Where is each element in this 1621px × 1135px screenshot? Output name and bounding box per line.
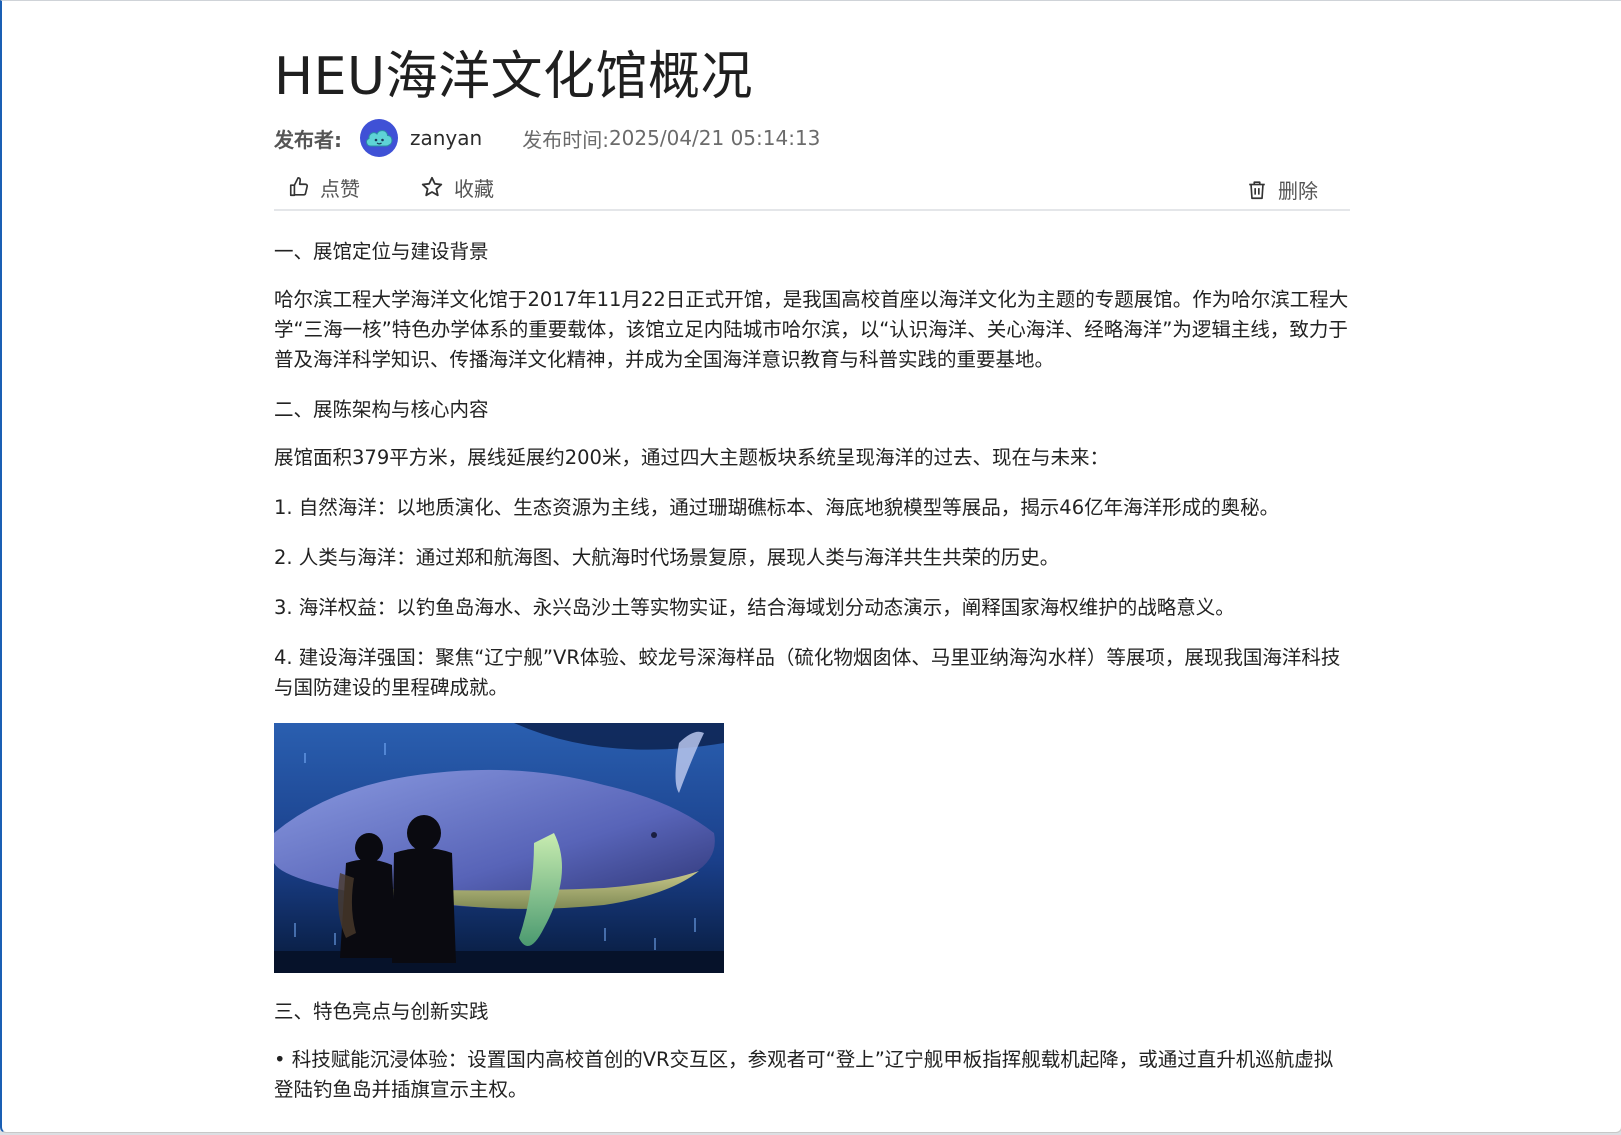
section-heading: 一、展馆定位与建设背景 — [274, 240, 489, 263]
publish-time-label: 发布时间: — [522, 127, 609, 152]
list-item: • 科技赋能沉浸体验：设置国内高校首创的VR交互区，参观者可“登上”辽宁舰甲板指… — [274, 1048, 1334, 1101]
article-body: 一、展馆定位与建设背景 哈尔滨工程大学海洋文化馆于2017年11月22日正式开馆… — [274, 237, 1350, 1105]
like-label: 点赞 — [320, 176, 360, 201]
paragraph: 展馆面积379平方米，展线延展约200米，通过四大主题板块系统呈现海洋的过去、现… — [274, 446, 1109, 469]
page-title: HEU海洋文化馆概况 — [274, 47, 754, 107]
browser-window: HEU海洋文化馆概况 发布者: zanyan 发布时间: 2025/04/21 … — [0, 0, 1621, 1133]
article-meta: 发布者: zanyan 发布时间: 2025/04/21 05:14:13 — [274, 117, 1350, 159]
list-item: 1. 自然海洋：以地质演化、生态资源为主线，通过珊瑚礁标本、海底地貌模型等展品，… — [274, 496, 1280, 519]
trash-icon — [1249, 180, 1265, 199]
like-button[interactable]: 点赞 — [288, 173, 360, 202]
action-bar: 点赞 收藏 删除 — [274, 165, 1350, 211]
publisher-label: 发布者: — [274, 127, 342, 152]
section-heading: 三、特色亮点与创新实践 — [274, 1000, 489, 1023]
delete-label: 删除 — [1278, 179, 1318, 203]
star-icon — [421, 176, 443, 197]
whale-exhibit-photo — [274, 723, 724, 973]
paragraph: 哈尔滨工程大学海洋文化馆于2017年11月22日正式开馆，是我国高校首座以海洋文… — [274, 288, 1349, 371]
list-item: 2. 人类与海洋：通过郑和航海图、大航海时代场景复原，展现人类与海洋共生共荣的历… — [274, 546, 1060, 569]
avatar[interactable] — [360, 119, 398, 157]
section-heading: 二、展陈架构与核心内容 — [274, 398, 489, 421]
publish-time-value: 2025/04/21 05:14:13 — [608, 126, 821, 150]
delete-button[interactable]: 删除 — [1246, 175, 1318, 204]
article: HEU海洋文化馆概况 发布者: zanyan 发布时间: 2025/04/21 … — [274, 41, 1350, 1125]
list-item: 4. 建设海洋强国：聚焦“辽宁舰”VR体验、蛟龙号深海样品（硫化物烟囱体、马里亚… — [274, 646, 1341, 699]
favorite-label: 收藏 — [454, 176, 494, 201]
cloud-avatar-icon — [366, 130, 393, 147]
thumbs-up-icon — [289, 177, 309, 197]
favorite-button[interactable]: 收藏 — [420, 173, 494, 202]
author-name[interactable]: zanyan — [410, 126, 482, 150]
list-item: 3. 海洋权益：以钓鱼岛海水、永兴岛沙土等实物实证，结合海域划分动态演示，阐释国… — [274, 596, 1235, 619]
